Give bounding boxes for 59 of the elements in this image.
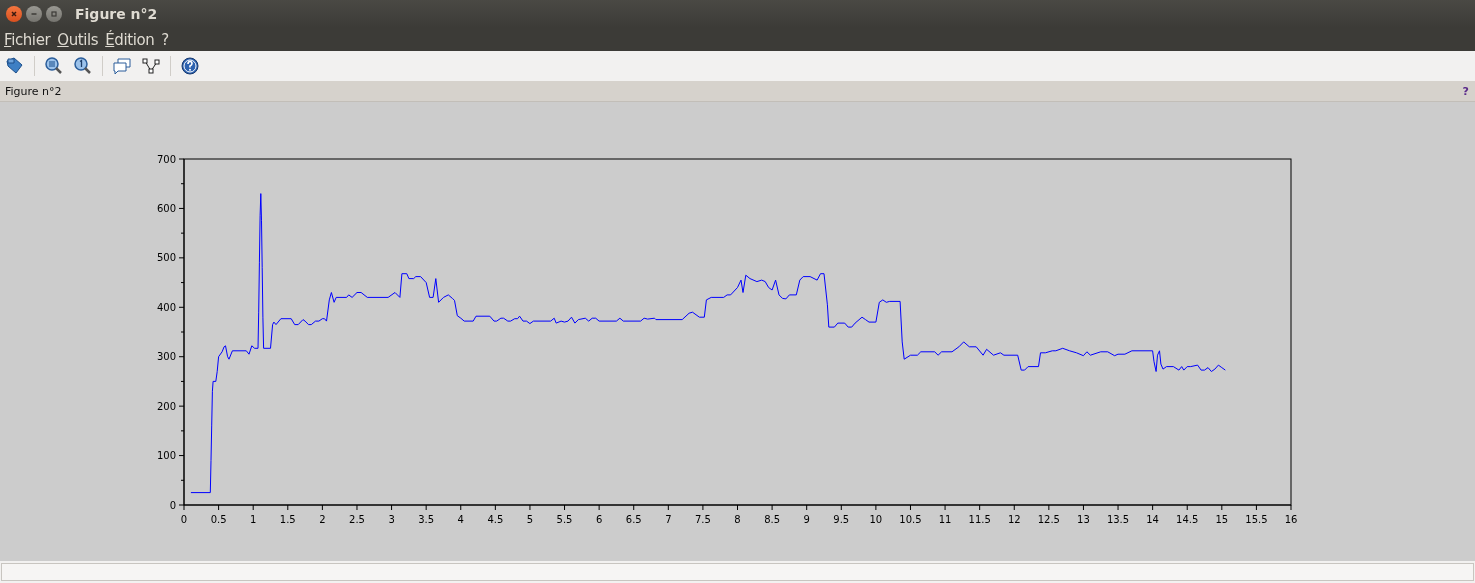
tick-label: 5 bbox=[526, 514, 534, 525]
tick-label: 0 bbox=[169, 499, 176, 511]
help-icon[interactable] bbox=[180, 56, 200, 76]
tick-label: 2.5 bbox=[349, 514, 365, 525]
maximize-button[interactable] bbox=[46, 6, 62, 22]
tick-label: 100 bbox=[156, 450, 176, 462]
tick-label: 14 bbox=[1146, 514, 1159, 525]
tick-label: 11 bbox=[938, 514, 952, 525]
minimize-button[interactable] bbox=[26, 6, 42, 22]
tick-label: 2 bbox=[319, 514, 326, 525]
tick-label: 12.5 bbox=[1037, 514, 1060, 525]
tick-label: 1 bbox=[250, 514, 257, 525]
tick-label: 9 bbox=[803, 514, 810, 525]
tick-label: 3.5 bbox=[418, 514, 435, 525]
close-button[interactable] bbox=[6, 6, 22, 22]
menu-item[interactable]: Fichier bbox=[4, 30, 51, 49]
tick-label: 5.5 bbox=[556, 514, 573, 525]
nodes-icon[interactable] bbox=[141, 56, 161, 76]
tick-label: 15 bbox=[1215, 514, 1229, 525]
tick-label: 0.5 bbox=[210, 514, 227, 525]
menu-item[interactable]: Édition bbox=[105, 30, 155, 49]
tick-label: 400 bbox=[156, 301, 176, 313]
chat-bubbles-icon[interactable] bbox=[112, 56, 132, 76]
tick-label: 1.5 bbox=[279, 514, 296, 525]
tick-label: 8.5 bbox=[764, 514, 781, 525]
help-link[interactable]: ? bbox=[1462, 84, 1469, 98]
tick-label: 15.5 bbox=[1245, 514, 1268, 525]
tick-label: 200 bbox=[156, 400, 176, 412]
tick-label: 600 bbox=[156, 202, 176, 214]
rotate-icon[interactable] bbox=[5, 56, 25, 76]
tick-label: 11.5 bbox=[968, 514, 991, 525]
menu-item[interactable]: Outils bbox=[57, 30, 99, 49]
tick-label: 8 bbox=[734, 514, 741, 525]
tick-label: 13.5 bbox=[1106, 514, 1130, 525]
maximize-icon bbox=[49, 9, 59, 19]
tick-label: 4.5 bbox=[487, 514, 504, 525]
tick-label: 13 bbox=[1077, 514, 1090, 525]
tick-label: 6.5 bbox=[625, 514, 642, 525]
tick-label: 6 bbox=[595, 514, 603, 525]
tick-label: 10 bbox=[869, 514, 883, 525]
tick-label: 500 bbox=[156, 252, 176, 264]
window-title: Figure n°2 bbox=[75, 6, 158, 22]
tick-label: 4 bbox=[457, 514, 464, 525]
tick-label: 0 bbox=[180, 514, 188, 525]
tick-label: 3 bbox=[388, 514, 395, 525]
tick-label: 10.5 bbox=[899, 514, 922, 525]
tick-label: 700 bbox=[156, 153, 176, 165]
tick-label: 12 bbox=[1007, 514, 1021, 525]
tick-label: 9.5 bbox=[833, 514, 850, 525]
zoom-icon[interactable] bbox=[44, 56, 64, 76]
panel-title: Figure n°2 bbox=[5, 84, 62, 98]
menu-item[interactable]: ? bbox=[161, 30, 169, 49]
tick-label: 7 bbox=[665, 514, 672, 525]
tick-label: 14.5 bbox=[1176, 514, 1199, 525]
tick-label: 7.5 bbox=[694, 514, 711, 525]
tick-label: 300 bbox=[156, 351, 176, 363]
zoom-reset-icon[interactable] bbox=[73, 56, 93, 76]
tick-label: 16 bbox=[1284, 514, 1298, 525]
close-icon bbox=[9, 9, 19, 19]
